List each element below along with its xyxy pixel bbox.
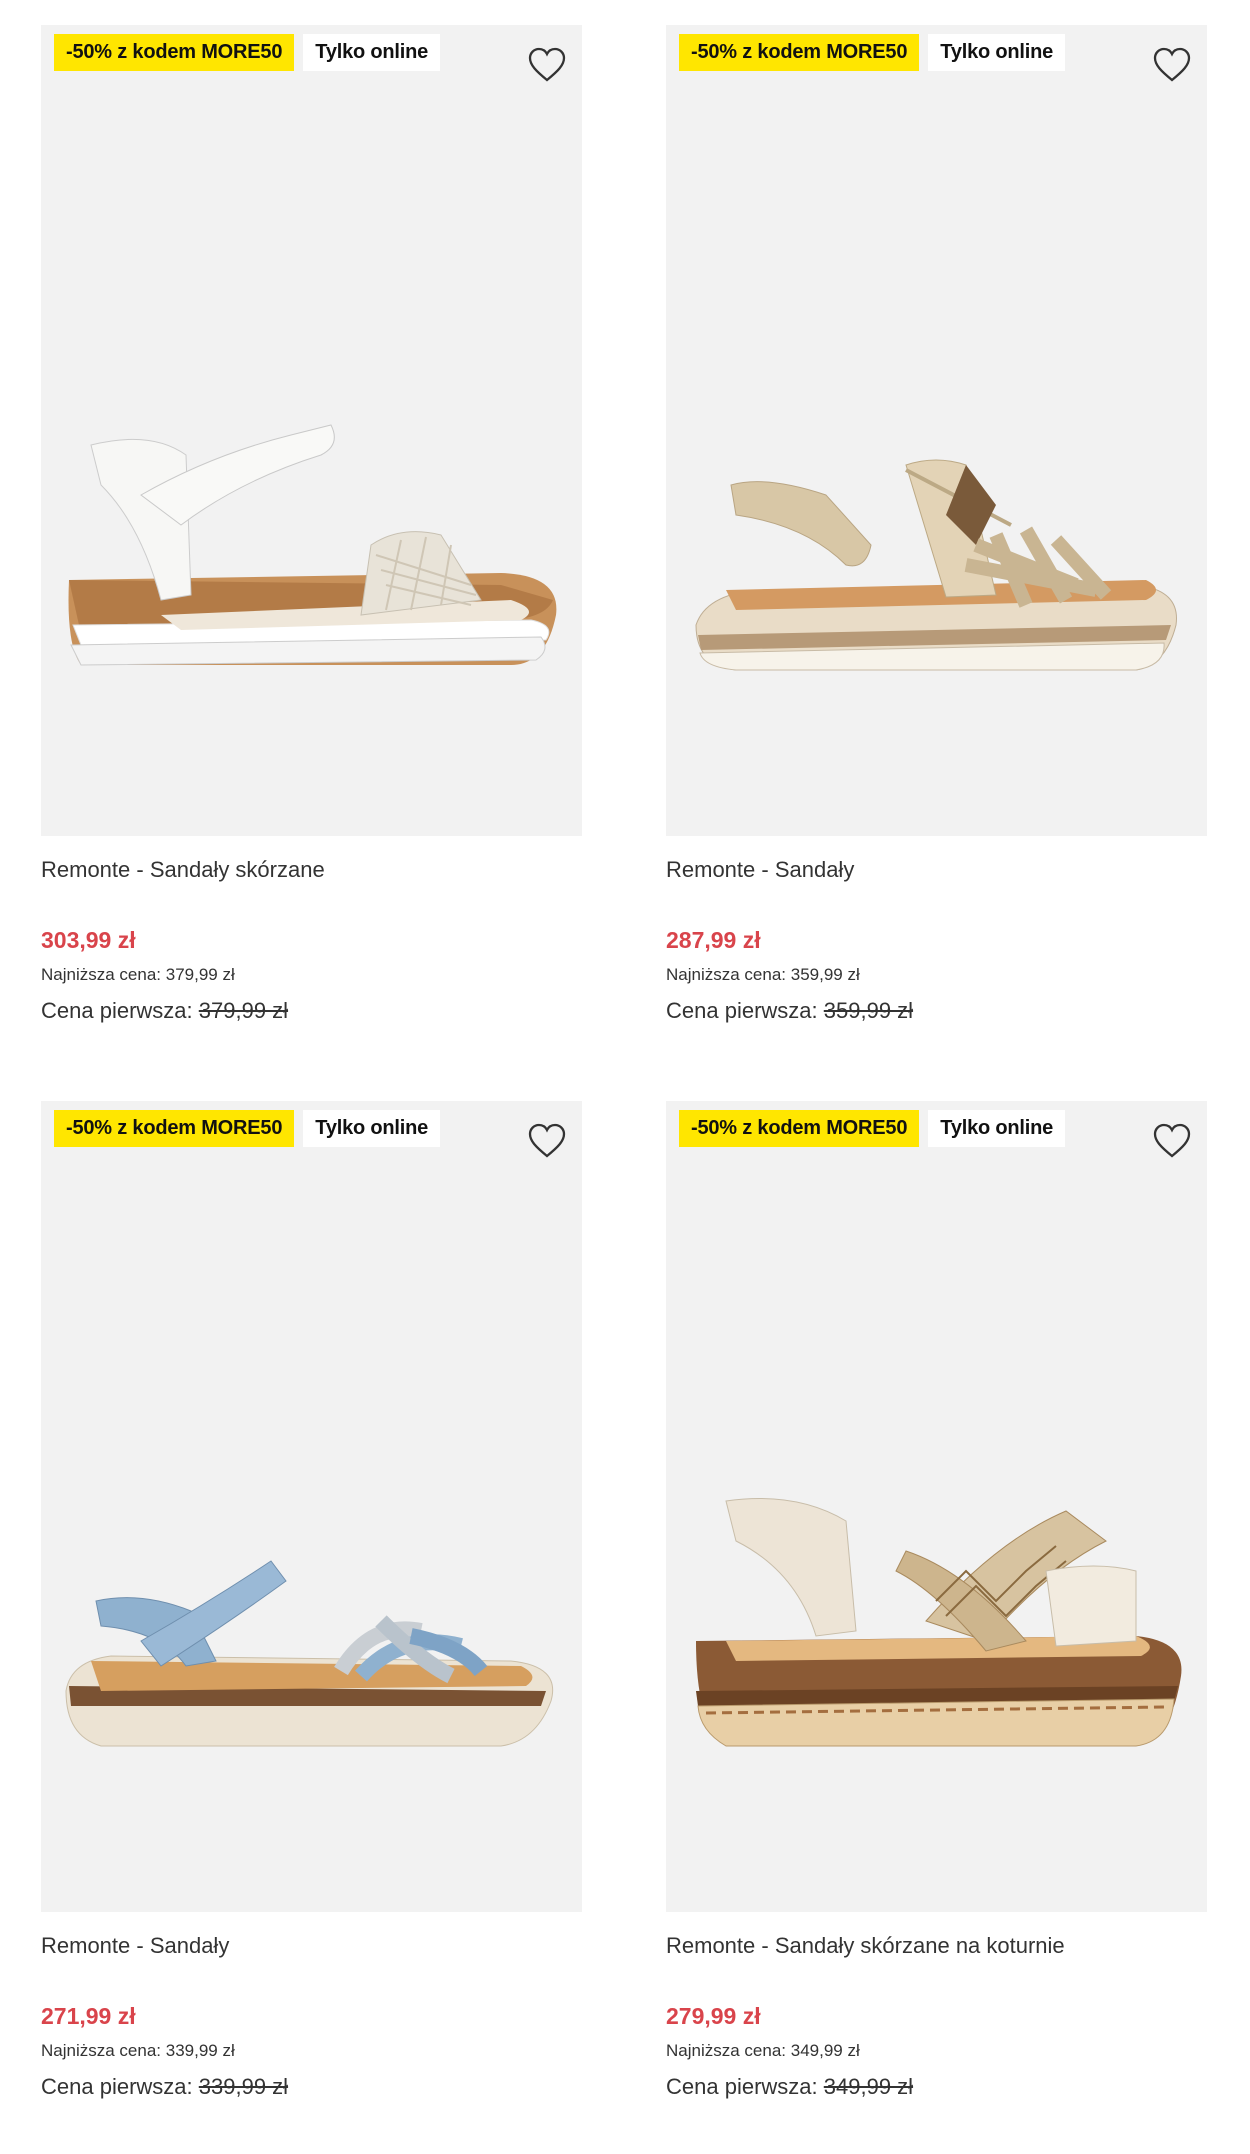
product-image-area[interactable]: -50% z kodem MORE50 Tylko online (41, 25, 582, 836)
product-title[interactable]: Remonte - Sandały skórzane (41, 855, 582, 885)
lowest-price-label: Najniższa cena: (41, 2041, 162, 2060)
product-card[interactable]: -50% z kodem MORE50 Tylko online Remonte… (666, 25, 1207, 1025)
first-price-value: 379,99 zł (198, 998, 289, 1023)
product-card[interactable]: -50% z kodem MORE50 Tylko online Remonte… (41, 25, 582, 1025)
first-price: Cena pierwsza: 349,99 zł (666, 2073, 1207, 2101)
lowest-price-value: 379,99 zł (165, 965, 235, 984)
lowest-price-label: Najniższa cena: (666, 965, 787, 984)
first-price: Cena pierwsza: 379,99 zł (41, 997, 582, 1025)
lowest-price-value: 359,99 zł (790, 965, 860, 984)
product-card[interactable]: -50% z kodem MORE50 Tylko online Remonte… (666, 1101, 1207, 2101)
heart-outline-icon[interactable] (1151, 1121, 1193, 1163)
lowest-price-value: 349,99 zł (790, 2041, 860, 2060)
lowest-price: Najniższa cena: 339,99 zł (41, 2039, 582, 2063)
online-only-badge: Tylko online (303, 1110, 441, 1147)
product-price: 279,99 zł (666, 2003, 761, 2029)
first-price: Cena pierwsza: 339,99 zł (41, 2073, 582, 2101)
first-price-value: 349,99 zł (823, 2074, 914, 2099)
promo-badge: -50% z kodem MORE50 (679, 34, 920, 71)
first-price-value: 359,99 zł (823, 998, 914, 1023)
first-price-label: Cena pierwsza: (666, 2074, 818, 2099)
product-image-area[interactable]: -50% z kodem MORE50 Tylko online (666, 1101, 1207, 1912)
product-image[interactable] (41, 1101, 582, 1912)
product-card[interactable]: -50% z kodem MORE50 Tylko online Remonte… (41, 1101, 582, 2101)
first-price-label: Cena pierwsza: (41, 2074, 193, 2099)
heart-outline-icon[interactable] (526, 45, 568, 87)
first-price-label: Cena pierwsza: (666, 998, 818, 1023)
online-only-badge: Tylko online (928, 1110, 1066, 1147)
lowest-price: Najniższa cena: 349,99 zł (666, 2039, 1207, 2063)
lowest-price: Najniższa cena: 359,99 zł (666, 963, 1207, 987)
lowest-price-value: 339,99 zł (165, 2041, 235, 2060)
first-price-label: Cena pierwsza: (41, 998, 193, 1023)
product-image[interactable] (666, 25, 1207, 836)
first-price-value: 339,99 zł (198, 2074, 289, 2099)
promo-badge: -50% z kodem MORE50 (679, 1110, 920, 1147)
product-image-area[interactable]: -50% z kodem MORE50 Tylko online (666, 25, 1207, 836)
product-image-area[interactable]: -50% z kodem MORE50 Tylko online (41, 1101, 582, 1912)
product-price: 271,99 zł (41, 2003, 136, 2029)
heart-outline-icon[interactable] (526, 1121, 568, 1163)
product-image[interactable] (41, 25, 582, 836)
product-price: 287,99 zł (666, 927, 761, 953)
product-image[interactable] (666, 1101, 1207, 1912)
online-only-badge: Tylko online (928, 34, 1066, 71)
lowest-price-label: Najniższa cena: (666, 2041, 787, 2060)
product-price: 303,99 zł (41, 927, 136, 953)
lowest-price: Najniższa cena: 379,99 zł (41, 963, 582, 987)
promo-badge: -50% z kodem MORE50 (54, 1110, 295, 1147)
lowest-price-label: Najniższa cena: (41, 965, 162, 984)
online-only-badge: Tylko online (303, 34, 441, 71)
product-title[interactable]: Remonte - Sandały (666, 855, 1207, 885)
heart-outline-icon[interactable] (1151, 45, 1193, 87)
product-title[interactable]: Remonte - Sandały skórzane na koturnie (666, 1931, 1207, 1961)
first-price: Cena pierwsza: 359,99 zł (666, 997, 1207, 1025)
product-title[interactable]: Remonte - Sandały (41, 1931, 582, 1961)
promo-badge: -50% z kodem MORE50 (54, 34, 295, 71)
